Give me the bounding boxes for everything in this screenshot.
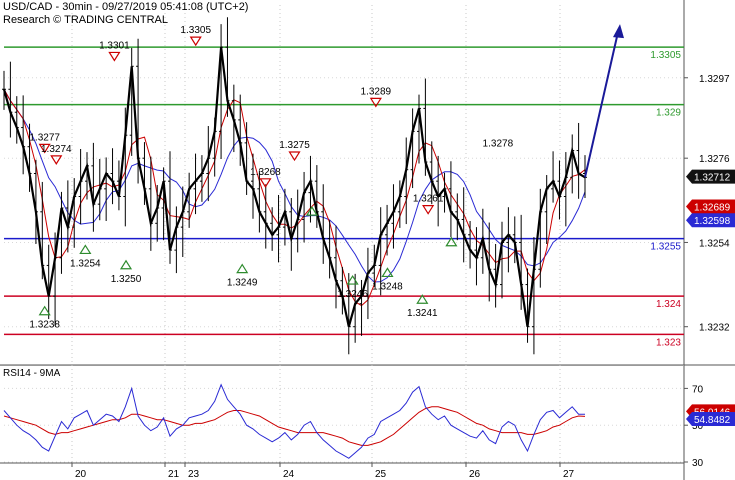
chart-canvas: 20 21 23 24 25 26 27 1.3297 1.3276 1.3254 1.3232 1.… xyxy=(0,0,735,480)
x-tick-label: 21 xyxy=(168,469,180,480)
y-tick-label: 1.3254 xyxy=(699,238,730,249)
x-tick-label: 26 xyxy=(469,469,481,480)
level-label: 1.329 xyxy=(656,108,681,119)
ma-fast-badge: 1.32689 xyxy=(694,202,731,213)
high-label: 1.3275 xyxy=(279,140,310,151)
ma-slow-badge: 1.32598 xyxy=(694,216,731,227)
x-tick-label: 24 xyxy=(283,469,295,480)
high-label: 1.3277 xyxy=(29,132,60,143)
low-label: 1.3250 xyxy=(111,274,142,285)
high-label: 1.3305 xyxy=(180,25,211,36)
chart-title: USD/CAD - 30min - 09/27/2019 05:41:08 (U… xyxy=(3,1,249,13)
target-label: 1.3278 xyxy=(483,139,514,150)
rsi-tick-label: 30 xyxy=(692,458,704,469)
rsi-ma-last-badge: 54.8482 xyxy=(694,415,731,426)
rsi-panel-title: RSI14 - 9MA xyxy=(3,368,61,379)
level-label: 1.3305 xyxy=(650,50,681,61)
low-label: 1.3238 xyxy=(29,320,60,331)
background xyxy=(0,0,735,480)
last-price-badge: 1.32712 xyxy=(694,173,731,184)
low-label: 1.3246 xyxy=(337,289,368,300)
level-label: 1.323 xyxy=(656,337,681,348)
high-label: 1.3268 xyxy=(250,167,281,178)
x-tick-label: 23 xyxy=(188,469,200,480)
y-tick-label: 1.3297 xyxy=(699,74,730,85)
low-label: 1.3248 xyxy=(372,281,403,292)
high-label: 1.3289 xyxy=(361,86,392,97)
high-label: 1.3274 xyxy=(41,144,72,155)
x-tick-label: 20 xyxy=(75,469,87,480)
chart-source: Research © TRADING CENTRAL xyxy=(3,14,168,26)
high-label: 1.3301 xyxy=(99,40,130,51)
level-label: 1.324 xyxy=(656,299,681,310)
low-label: 1.3241 xyxy=(407,308,438,319)
y-tick-label: 1.3276 xyxy=(699,154,730,165)
x-tick-label: 27 xyxy=(563,469,575,480)
x-tick-label: 25 xyxy=(375,469,387,480)
high-label: 1.3261 xyxy=(413,194,444,205)
low-label: 1.3254 xyxy=(70,258,101,269)
y-tick-label: 1.3232 xyxy=(699,323,730,334)
low-label: 1.3249 xyxy=(227,278,258,289)
rsi-tick-label: 70 xyxy=(692,384,704,395)
level-label: 1.3255 xyxy=(650,242,681,253)
